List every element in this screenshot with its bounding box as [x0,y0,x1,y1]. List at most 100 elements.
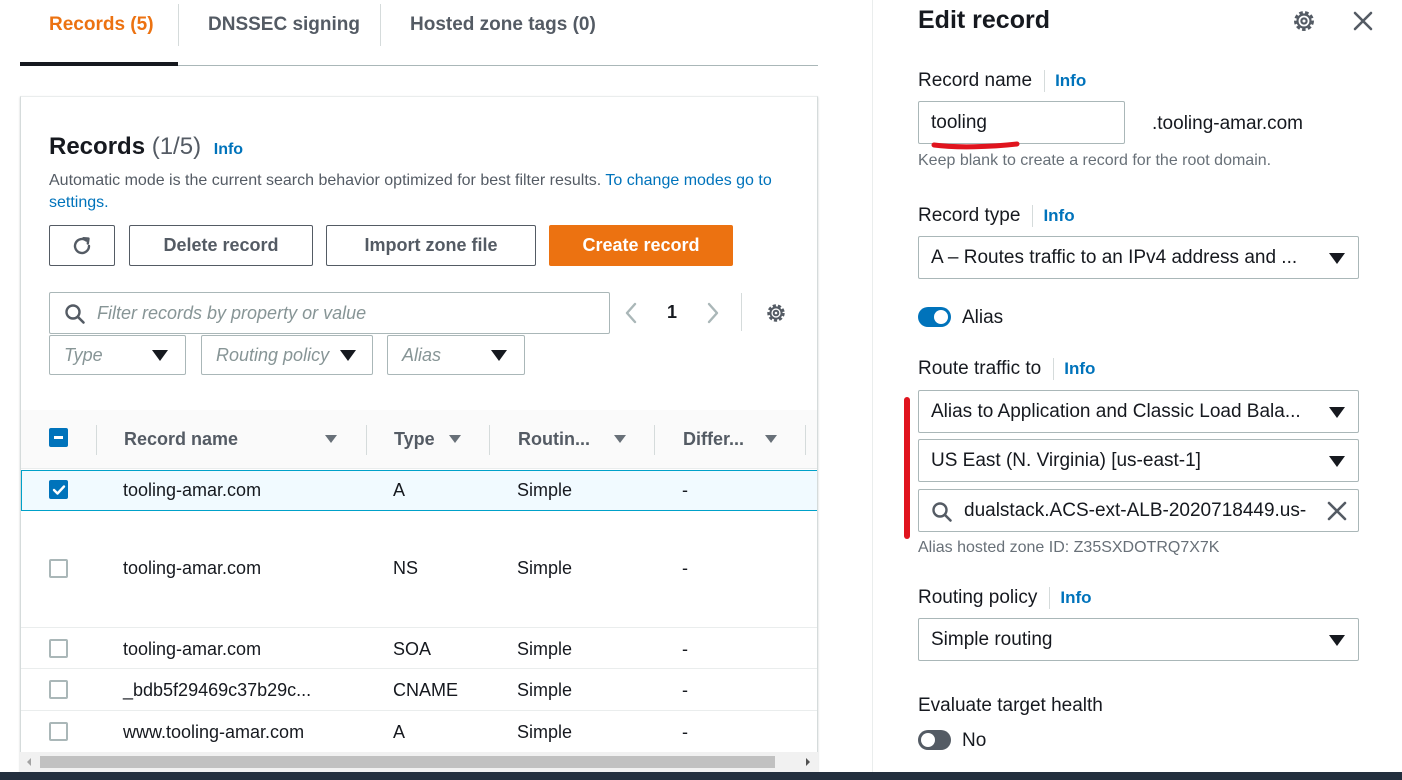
evaluate-target-health-label: Evaluate target health [918,695,1103,716]
column-divider [654,425,655,455]
records-container: Records (1/5) Info Automatic mode is the… [20,96,818,780]
column-header-record-name[interactable]: Record name [124,429,238,450]
clear-icon[interactable] [1327,501,1347,521]
route-region-value: US East (N. Virginia) [us-east-1] [931,450,1201,471]
record-type-cell: A [393,480,406,500]
route-target-input[interactable]: dualstack.ACS-ext-ALB-2020718449.us- [918,489,1359,532]
differentiator-cell: - [682,680,688,700]
column-header-type[interactable]: Type [394,429,435,450]
info-divider [1053,358,1055,380]
row-checkbox[interactable] [49,722,68,741]
refresh-icon [73,236,91,254]
records-info-link[interactable]: Info [214,141,243,158]
row-checkbox[interactable] [49,559,68,578]
row-checkbox[interactable] [49,680,68,699]
evaluate-target-health-toggle[interactable] [918,730,951,750]
route-endpoint-select[interactable]: Alias to Application and Classic Load Ba… [918,390,1359,433]
tab-hosted-zone-tags[interactable]: Hosted zone tags (0) [410,14,596,36]
record-name-hint: Keep blank to create a record for the ro… [918,152,1272,169]
routing-policy-info-link[interactable]: Info [1060,588,1091,607]
record-type-cell: CNAME [393,680,459,700]
caret-down-icon [1329,456,1345,467]
sort-icon[interactable] [765,435,777,443]
record-name-input[interactable]: tooling [918,101,1125,144]
panel-title: Edit record [918,6,1050,34]
table-row[interactable]: tooling-amar.com NS Simple - [21,512,817,628]
row-checkbox[interactable] [49,480,68,499]
scrollbar-thumb[interactable] [40,756,775,768]
pager-divider [741,293,742,331]
differentiator-cell: - [682,722,688,742]
alias-hosted-zone-id: Alias hosted zone ID: Z35SXDOTRQ7X7K [918,539,1220,556]
sort-icon[interactable] [449,435,461,443]
record-type-select[interactable]: A – Routes traffic to an IPv4 address an… [918,236,1359,279]
caret-down-icon [1329,635,1345,646]
alias-label: Alias [962,307,1004,328]
alias-filter-placeholder: Alias [402,345,442,365]
sort-icon[interactable] [325,435,337,443]
sort-icon[interactable] [614,435,626,443]
routing-policy-label: Routing policy Info [918,587,1092,609]
column-header-routing[interactable]: Routin... [518,429,590,450]
record-name-cell: tooling-amar.com [123,558,262,578]
alias-filter-select[interactable]: Alias [387,335,525,375]
table-row[interactable]: www.tooling-amar.com A Simple - [21,711,817,753]
chevron-left-icon[interactable] [622,301,640,325]
differentiator-cell: - [682,480,688,500]
records-count: (1/5) [151,133,202,160]
column-header-differentiator[interactable]: Differ... [683,429,744,450]
table-row[interactable]: tooling-amar.com SOA Simple - [21,628,817,669]
record-name-info-link[interactable]: Info [1055,71,1086,90]
type-filter-placeholder: Type [64,345,103,365]
row-checkbox[interactable] [49,639,68,658]
evaluate-target-health-value: No [962,730,987,751]
tab-divider [178,4,179,46]
create-record-button[interactable]: Create record [549,225,733,266]
table-row[interactable]: tooling-amar.com A Simple - [21,470,817,511]
route-region-select[interactable]: US East (N. Virginia) [us-east-1] [918,439,1359,482]
column-divider [366,425,367,455]
record-type-cell: SOA [393,639,432,659]
column-divider [489,425,490,455]
caret-down-icon [152,350,168,361]
red-bar-annotation [904,397,910,539]
record-name-cell: _bdb5f29469c37b29c... [123,680,312,700]
toggle-knob [921,733,935,747]
alias-toggle[interactable] [918,307,951,327]
import-zone-file-button[interactable]: Import zone file [326,225,536,266]
tab-records[interactable]: Records (5) [49,14,154,36]
search-icon [932,502,952,522]
scroll-left-icon[interactable] [25,757,33,767]
refresh-button[interactable] [49,225,115,266]
table-row[interactable]: _bdb5f29469c37b29c... CNAME Simple - [21,669,817,711]
routing-policy-select[interactable]: Simple routing [918,618,1359,661]
route-traffic-label: Route traffic to Info [918,358,1095,380]
routing-cell: Simple [517,639,573,659]
delete-record-button[interactable]: Delete record [129,225,313,266]
route-traffic-info-link[interactable]: Info [1064,359,1095,378]
close-icon[interactable] [1352,10,1374,32]
routing-cell: Simple [517,722,573,742]
domain-suffix: .tooling-amar.com [1152,113,1304,134]
record-type-value: A – Routes traffic to an IPv4 address an… [931,247,1298,268]
check-icon [52,485,66,495]
info-divider [1049,587,1051,609]
scroll-right-icon[interactable] [804,757,812,767]
horizontal-scrollbar[interactable] [20,752,818,772]
chevron-right-icon[interactable] [704,301,722,325]
record-name-label-text: Record name [918,70,1033,92]
column-divider [805,425,806,455]
current-page[interactable]: 1 [667,302,677,323]
filter-records-input[interactable]: Filter records by property or value [49,292,610,334]
record-type-info-link[interactable]: Info [1043,206,1074,225]
routing-policy-filter-select[interactable]: Routing policy [201,335,373,375]
records-title: Records [49,133,146,160]
route-target-value: dualstack.ACS-ext-ALB-2020718449.us- [964,500,1307,521]
tab-dnssec-signing[interactable]: DNSSEC signing [208,14,360,36]
gear-icon[interactable] [764,301,788,325]
type-filter-select[interactable]: Type [49,335,186,375]
routing-cell: Simple [517,680,573,700]
select-all-checkbox[interactable] [49,428,68,447]
route-traffic-label-text: Route traffic to [918,358,1042,380]
gear-icon[interactable] [1291,8,1317,34]
